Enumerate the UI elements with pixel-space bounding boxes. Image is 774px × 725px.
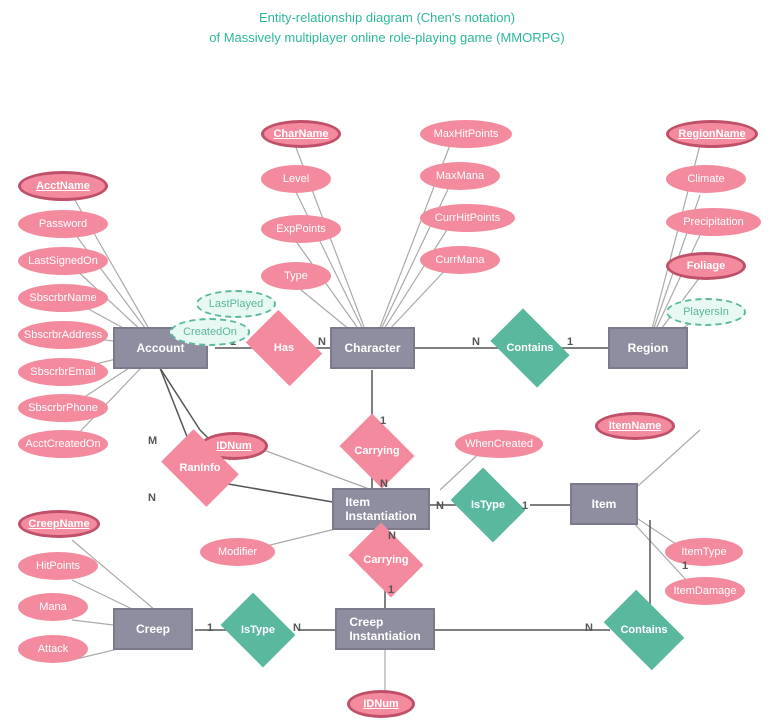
rel-istype-item: IsType <box>458 482 518 528</box>
rel-contains-creep: Contains <box>610 607 678 653</box>
attr-itemtype: ItemType <box>665 538 743 566</box>
entity-region: Region <box>608 327 688 369</box>
attr-playersin: PlayersIn <box>666 298 746 326</box>
rel-carrying-char: Carrying <box>347 428 407 474</box>
attr-maxmana: MaxMana <box>420 162 500 190</box>
card-istype-creep-n: N <box>293 622 301 634</box>
card-has-character: N <box>318 336 326 348</box>
attr-level: Level <box>261 165 331 193</box>
attr-climate: Climate <box>666 165 746 193</box>
attr-createdon: CreatedOn <box>170 318 250 346</box>
card-raninfo-m: M <box>148 435 157 447</box>
attr-attack: Attack <box>18 635 88 663</box>
entity-item: Item <box>570 483 638 525</box>
attr-regionname: RegionName <box>666 120 758 148</box>
card-contains-creep-n: N <box>585 622 593 634</box>
rel-raninfo: RanInfo <box>168 445 232 491</box>
attr-whencreated: WhenCreated <box>455 430 543 458</box>
rel-contains-region: Contains <box>497 325 563 371</box>
attr-modifier: Modifier <box>200 538 275 566</box>
card-contains-char: N <box>472 336 480 348</box>
card-carrying-creep-n: N <box>388 530 396 542</box>
card-contains-creep-1: 1 <box>682 560 688 572</box>
card-contains-region: 1 <box>567 336 573 348</box>
entity-creep-instantiation: Creep Instantiation <box>335 608 435 650</box>
card-istype-item-n: N <box>436 500 444 512</box>
attr-sbscrname: SbscrbrName <box>18 284 108 312</box>
card-carrying-char-1: 1 <box>380 415 386 427</box>
rel-has: Has <box>253 325 315 371</box>
attr-maxhitpoints: MaxHitPoints <box>420 120 512 148</box>
diagram-container: Entity-relationship diagram (Chen's nota… <box>0 0 774 725</box>
rel-istype-creep: IsType <box>228 607 288 653</box>
entity-character: Character <box>330 327 415 369</box>
card-istype-creep-1: 1 <box>207 622 213 634</box>
attr-currhitpoints: CurrHitPoints <box>420 204 515 232</box>
attr-lastplayed: LastPlayed <box>196 290 276 318</box>
attr-hitpoints: HitPoints <box>18 552 98 580</box>
card-istype-item-1: 1 <box>522 500 528 512</box>
attr-precipitation: Precipitation <box>666 208 761 236</box>
attr-exppoints: ExpPoints <box>261 215 341 243</box>
attr-mana: Mana <box>18 593 88 621</box>
diagram-title: Entity-relationship diagram (Chen's nota… <box>0 0 774 47</box>
attr-acctcreatedon: AcctCreatedOn <box>18 430 108 458</box>
attr-sbscraddress: SbscrbrAddress <box>18 321 108 349</box>
attr-sbscremail: SbscrbrEmail <box>18 358 108 386</box>
entity-creep: Creep <box>113 608 193 650</box>
attr-currmana: CurrMana <box>420 246 500 274</box>
attr-password: Password <box>18 210 108 238</box>
attr-type: Type <box>261 262 331 290</box>
attr-sbscrphone: SbscrbrPhone <box>18 394 108 422</box>
card-raninfo-n: N <box>148 492 156 504</box>
attr-creepname: CreepName <box>18 510 100 538</box>
attr-lastsignedon: LastSignedOn <box>18 247 108 275</box>
attr-acctname: AcctName <box>18 171 108 201</box>
attr-foliage: Foliage <box>666 252 746 280</box>
attr-idnum-creep: IDNum <box>347 690 415 718</box>
attr-charname: CharName <box>261 120 341 148</box>
attr-itemname: ItemName <box>595 412 675 440</box>
rel-carrying-creep: Carrying <box>356 537 416 583</box>
attr-itemdamage: ItemDamage <box>665 577 745 605</box>
card-carrying-creep-1: 1 <box>388 584 394 596</box>
